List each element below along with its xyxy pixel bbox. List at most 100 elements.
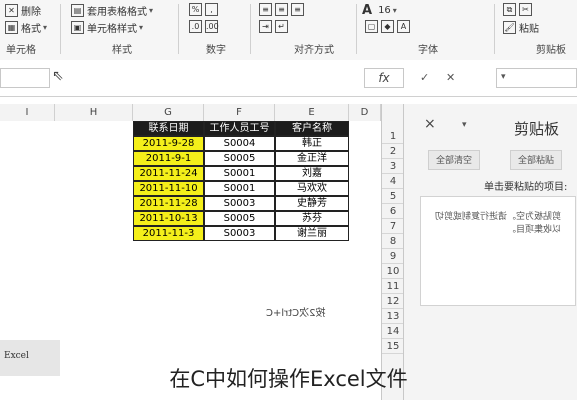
font-size-button[interactable]: A 16 ▾: [362, 3, 397, 18]
row-header[interactable]: 6: [382, 204, 404, 219]
group-styles-label: 样式: [112, 45, 132, 56]
header-staff-id[interactable]: 工作人员工号: [204, 121, 275, 136]
row-header[interactable]: 5: [382, 189, 404, 204]
cell-customer[interactable]: 韩正: [275, 136, 349, 151]
row-header[interactable]: 3: [382, 159, 404, 174]
group-cells-label: 单元格: [6, 45, 36, 56]
column-header-H[interactable]: H: [55, 104, 133, 121]
header-contact-date[interactable]: 联系日期: [133, 121, 204, 136]
row-header[interactable]: 2: [382, 144, 404, 159]
cell-customer[interactable]: 马欢欢: [275, 181, 349, 196]
cell-staff-id[interactable]: S0001: [204, 166, 275, 181]
group-clipboard-label: 剪贴板: [536, 45, 566, 56]
align-right-icon: ≡: [291, 3, 304, 16]
copy-button[interactable]: ⧉ ✂: [500, 3, 532, 16]
align-left-icon: ≡: [259, 3, 272, 16]
paste-all-button[interactable]: 全部粘贴: [510, 150, 562, 170]
column-header-D[interactable]: D: [349, 104, 381, 121]
column-header-bar: I H G F E D: [0, 104, 381, 122]
row-header[interactable]: 1: [382, 129, 404, 144]
cell-customer[interactable]: 金正洋: [275, 151, 349, 166]
sheet-tab-label[interactable]: Excel: [4, 351, 29, 361]
border-icon: ▢: [365, 20, 378, 33]
cell-staff-id[interactable]: S0005: [204, 211, 275, 226]
row-header[interactable]: 12: [382, 294, 404, 309]
copy-icon: ⧉: [503, 3, 516, 16]
cell-date[interactable]: 2011-11-28: [133, 196, 204, 211]
cell-staff-id[interactable]: S0001: [204, 181, 275, 196]
cell-date[interactable]: 2011-9-28: [133, 136, 204, 151]
cancel-icon[interactable]: ✕: [446, 71, 455, 84]
cell-staff-id[interactable]: S0003: [204, 196, 275, 211]
font-color-buttons[interactable]: ▢ ◆ A: [362, 20, 410, 33]
row-header[interactable]: 11: [382, 279, 404, 294]
group-number-label: 数字: [206, 45, 226, 56]
pane-title: 剪贴板: [514, 120, 560, 138]
row-header[interactable]: 15: [382, 339, 404, 354]
row-header[interactable]: 8: [382, 234, 404, 249]
row-header[interactable]: 13: [382, 309, 404, 324]
cell-customer[interactable]: 谢兰丽: [275, 226, 349, 241]
number-format-button[interactable]: % ,: [186, 3, 218, 16]
ribbon-divider: [250, 4, 251, 54]
cell-customer[interactable]: 刘嘉: [275, 166, 349, 181]
pane-close-button[interactable]: ×: [424, 116, 436, 132]
cell-date[interactable]: 2011-11-24: [133, 166, 204, 181]
chevron-down-icon[interactable]: ▾: [462, 120, 467, 130]
cell-customer[interactable]: 苏芬: [275, 211, 349, 226]
clear-all-button[interactable]: 全部清空: [428, 150, 480, 170]
format-label: 格式: [21, 24, 41, 35]
clipboard-item[interactable]: 剪贴板为空。请进行复制或剪切以收集项目。: [420, 196, 576, 306]
ribbon-divider: [178, 4, 179, 54]
chevron-down-icon: ▾: [501, 72, 506, 82]
group-alignment-label: 对齐方式: [294, 45, 334, 56]
cell-date[interactable]: 2011-9-1: [133, 151, 204, 166]
font-size-value: 16: [378, 5, 391, 16]
column-header-G[interactable]: G: [133, 104, 204, 121]
column-header-F[interactable]: F: [204, 104, 275, 121]
cell-staff-id[interactable]: S0003: [204, 226, 275, 241]
align-top-buttons[interactable]: ≡ ≡ ≡: [256, 3, 304, 16]
wrap-text-icon: ↵: [275, 20, 288, 33]
fx-button[interactable]: fx: [364, 68, 404, 88]
clipboard-item-text: 剪贴板为空。请进行复制或剪切以收集项目。: [434, 212, 561, 235]
column-header-E[interactable]: E: [275, 104, 349, 121]
delete-cells-button[interactable]: ✕ 删除: [2, 3, 41, 18]
cell-date[interactable]: 2011-10-13: [133, 211, 204, 226]
cell-date[interactable]: 2011-11-3: [133, 226, 204, 241]
formula-input[interactable]: [0, 68, 50, 88]
cell-staff-id[interactable]: S0005: [204, 151, 275, 166]
decrease-decimal-icon: .00: [205, 20, 219, 33]
cell-date[interactable]: 2011-11-10: [133, 181, 204, 196]
clipboard-prompt: 单击要粘贴的项目:: [484, 182, 568, 193]
sheet-grid[interactable]: 联系日期 工作人员工号 客户名称 2011-9-28 S0004 韩正 2011…: [0, 121, 381, 400]
font-glyph: A: [362, 3, 373, 18]
indent-buttons[interactable]: ⇥ ↵: [256, 20, 288, 33]
row-header[interactable]: 4: [382, 174, 404, 189]
chevron-down-icon: ▾: [139, 23, 144, 32]
confirm-icon[interactable]: ✓: [420, 71, 429, 84]
chevron-down-icon: ▾: [392, 6, 397, 15]
cursor-icon: ⇖: [52, 68, 64, 84]
header-customer-name[interactable]: 客户名称: [275, 121, 349, 136]
row-header[interactable]: 10: [382, 264, 404, 279]
paste-button[interactable]: 🖌 粘贴: [500, 20, 539, 35]
paste-label: 粘贴: [519, 24, 539, 35]
font-color-icon: A: [397, 20, 410, 33]
formula-bar: ⇖ fx ✓ ✕ ▾: [0, 60, 577, 97]
ribbon-divider: [494, 4, 495, 54]
row-header[interactable]: 9: [382, 249, 404, 264]
name-box[interactable]: ▾: [496, 68, 577, 88]
format-cells-button[interactable]: ▦ 格式 ▾: [2, 20, 47, 35]
cell-staff-id[interactable]: S0004: [204, 136, 275, 151]
decimal-buttons[interactable]: .0 .00: [186, 20, 219, 33]
table-format-button[interactable]: ▤ 套用表格格式 ▾: [68, 3, 153, 18]
chevron-down-icon: ▾: [149, 6, 154, 15]
row-header[interactable]: 7: [382, 219, 404, 234]
cell-style-button[interactable]: ▣ 单元格样式 ▾: [68, 20, 143, 35]
cell-style-label: 单元格样式: [87, 24, 137, 35]
delete-label: 删除: [21, 7, 41, 18]
cell-customer[interactable]: 史静芳: [275, 196, 349, 211]
column-header-I[interactable]: I: [0, 104, 55, 121]
row-header[interactable]: 14: [382, 324, 404, 339]
